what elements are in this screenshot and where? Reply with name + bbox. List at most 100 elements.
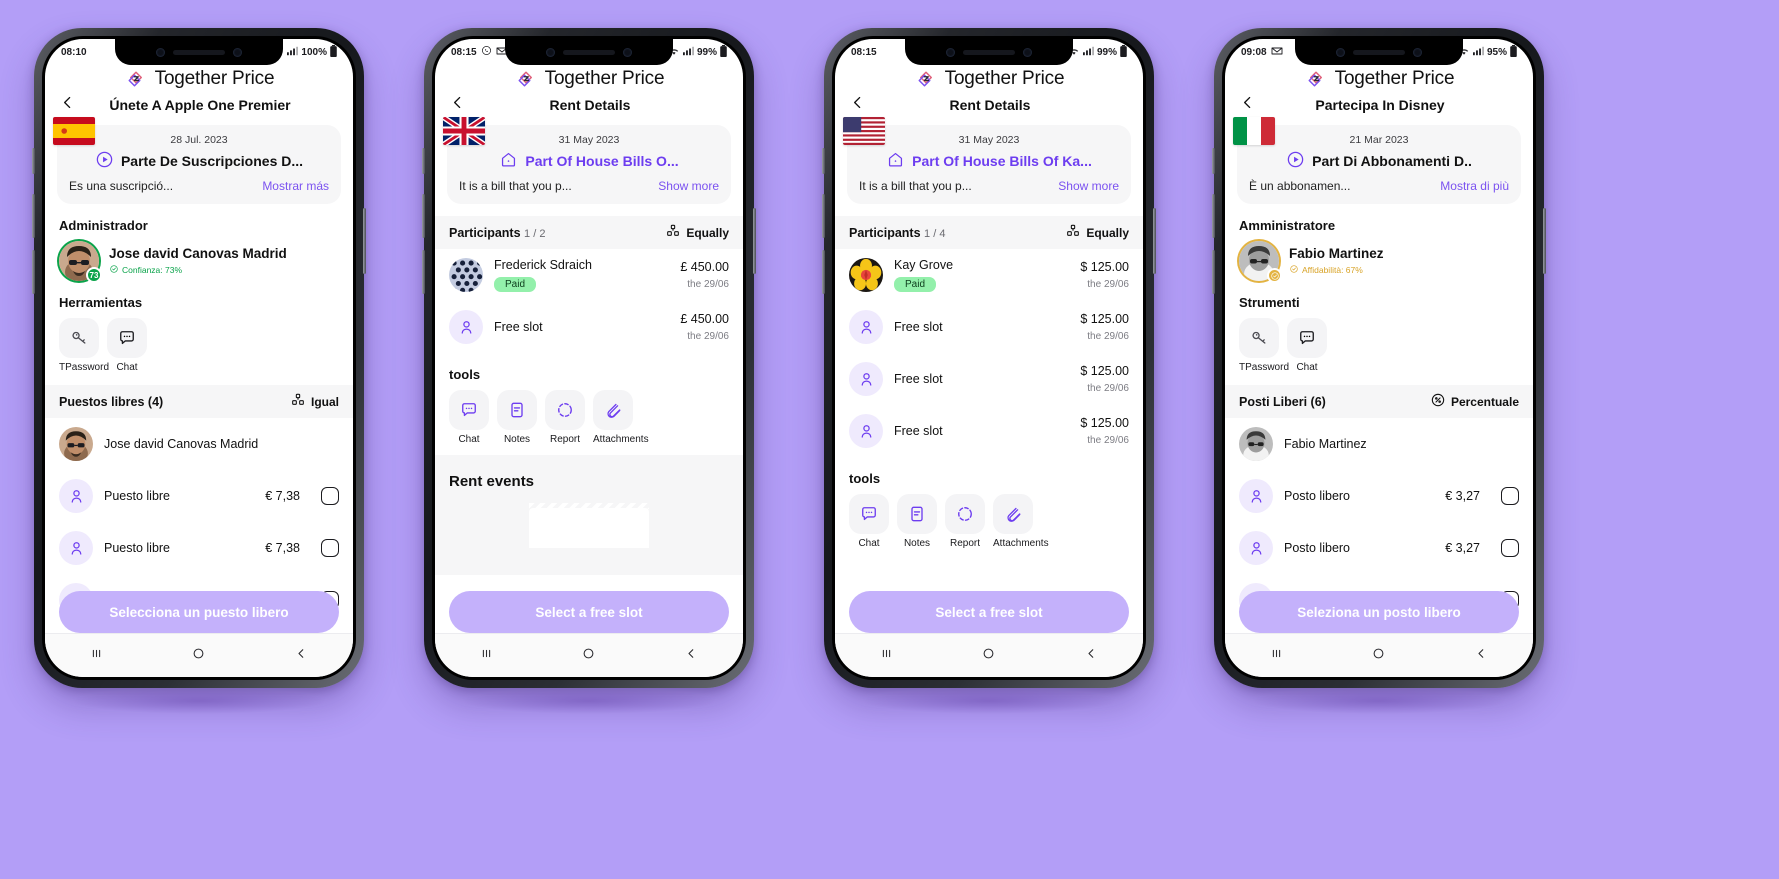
slot-checkbox[interactable]: [321, 539, 339, 557]
back-icon[interactable]: [1474, 646, 1489, 665]
tool-chat[interactable]: Chat: [107, 318, 147, 373]
participant-row[interactable]: Jose david Canovas Madrid: [45, 418, 353, 470]
split-mode-toggle[interactable]: Equally: [665, 223, 729, 242]
subscription-card[interactable]: 28 Jul. 2023 Parte De Suscripciones D...…: [57, 125, 341, 204]
tool-tpassword[interactable]: TPassword: [59, 318, 109, 373]
show-more-link[interactable]: Mostra di più: [1440, 179, 1509, 193]
select-free-slot-button[interactable]: Selecciona un puesto libero: [59, 591, 339, 633]
admin-row[interactable]: Fabio Martinez Affidabilità: 67%: [1225, 241, 1533, 283]
mute-switch[interactable]: [32, 148, 35, 174]
power-button[interactable]: [753, 208, 756, 274]
signal-icon: [287, 46, 299, 59]
power-button[interactable]: [1543, 208, 1546, 274]
back-icon[interactable]: [1084, 646, 1099, 665]
recents-icon[interactable]: [89, 646, 104, 665]
volume-down-button[interactable]: [1212, 250, 1215, 294]
subscription-card[interactable]: 31 May 2023 Part Of House Bills Of Ka...…: [847, 125, 1131, 204]
participant-row[interactable]: Kay Grove Paid $ 125.00 the 29/06: [835, 249, 1143, 301]
participant-name: Free slot: [894, 424, 943, 438]
participant-row[interactable]: Posto libero € 3,27: [1225, 470, 1533, 522]
mute-switch[interactable]: [1212, 148, 1215, 174]
tool-notes[interactable]: Notes: [497, 390, 537, 445]
slot-checkbox[interactable]: [1501, 539, 1519, 557]
subscription-card[interactable]: 31 May 2023 Part Of House Bills O... It …: [447, 125, 731, 204]
participant-row[interactable]: Puesto libre € 7,38: [45, 522, 353, 574]
participant-row[interactable]: Free slot $ 125.00 the 29/06: [835, 301, 1143, 353]
tool-chat[interactable]: Chat: [449, 390, 489, 445]
paperclip-icon[interactable]: [593, 390, 633, 430]
show-more-link[interactable]: Show more: [658, 179, 719, 193]
recents-icon[interactable]: [879, 646, 894, 665]
participant-row[interactable]: Fabio Martinez: [1225, 418, 1533, 470]
select-free-slot-button[interactable]: Select a free slot: [849, 591, 1129, 633]
participant-row[interactable]: Frederick Sdraich Paid £ 450.00 the 29/06: [435, 249, 743, 301]
volume-up-button[interactable]: [32, 194, 35, 238]
participants-section: Puestos libres (4) Igual Jose david Cano…: [45, 385, 353, 626]
volume-down-button[interactable]: [422, 250, 425, 294]
select-free-slot-button[interactable]: Select a free slot: [449, 591, 729, 633]
participant-amount: € 7,38: [265, 541, 300, 555]
report-icon[interactable]: [545, 390, 585, 430]
home-icon[interactable]: [191, 646, 206, 665]
participant-row[interactable]: Free slot $ 125.00 the 29/06: [835, 405, 1143, 457]
slot-checkbox[interactable]: [321, 487, 339, 505]
subscription-card[interactable]: 21 Mar 2023 Part Di Abbonamenti D.. È un…: [1237, 125, 1521, 204]
split-mode-toggle[interactable]: Equally: [1065, 223, 1129, 242]
tool-chat[interactable]: Chat: [849, 494, 889, 549]
recents-icon[interactable]: [479, 646, 494, 665]
participant-row[interactable]: Free slot $ 125.00 the 29/06: [835, 353, 1143, 405]
tool-tpassword[interactable]: TPassword: [1239, 318, 1289, 373]
show-more-link[interactable]: Mostrar más: [262, 179, 329, 193]
tool-notes[interactable]: Notes: [897, 494, 937, 549]
chat-bubble-icon[interactable]: [849, 494, 889, 534]
card-title-row: Part Di Abbonamenti D..: [1249, 150, 1509, 172]
mute-switch[interactable]: [422, 148, 425, 174]
chat-bubble-icon[interactable]: [107, 318, 147, 358]
notch: [905, 39, 1073, 65]
admin-row[interactable]: 73 Jose david Canovas Madrid Confianza: …: [45, 241, 353, 283]
trust-score-badge: 73: [86, 267, 102, 283]
back-button[interactable]: [59, 94, 81, 115]
tool-attachments[interactable]: Attachments: [593, 390, 649, 445]
back-button[interactable]: [849, 94, 871, 115]
chat-bubble-icon[interactable]: [449, 390, 489, 430]
participant-row[interactable]: Free slot £ 450.00 the 29/06: [435, 301, 743, 353]
home-icon[interactable]: [1371, 646, 1386, 665]
back-icon[interactable]: [684, 646, 699, 665]
participant-row[interactable]: Posto libero € 3,27: [1225, 522, 1533, 574]
notes-icon[interactable]: [497, 390, 537, 430]
volume-down-button[interactable]: [822, 250, 825, 294]
back-icon[interactable]: [294, 646, 309, 665]
tool-chat[interactable]: Chat: [1287, 318, 1327, 373]
volume-down-button[interactable]: [32, 250, 35, 294]
split-mode-toggle[interactable]: Igual: [290, 392, 339, 411]
volume-up-button[interactable]: [1212, 194, 1215, 238]
back-button[interactable]: [1239, 94, 1261, 115]
home-icon[interactable]: [981, 646, 996, 665]
card-description: È un abbonamen...: [1249, 179, 1351, 193]
key-icon[interactable]: [1239, 318, 1279, 358]
paperclip-icon[interactable]: [993, 494, 1033, 534]
key-icon[interactable]: [59, 318, 99, 358]
power-button[interactable]: [363, 208, 366, 274]
slot-checkbox[interactable]: [1501, 487, 1519, 505]
notes-icon[interactable]: [897, 494, 937, 534]
tools-heading: Strumenti: [1239, 295, 1300, 310]
back-button[interactable]: [449, 94, 471, 115]
tool-report[interactable]: Report: [545, 390, 585, 445]
tool-report[interactable]: Report: [945, 494, 985, 549]
recents-icon[interactable]: [1269, 646, 1284, 665]
tool-attachments[interactable]: Attachments: [993, 494, 1049, 549]
mute-switch[interactable]: [822, 148, 825, 174]
chat-bubble-icon[interactable]: [1287, 318, 1327, 358]
select-free-slot-button[interactable]: Seleziona un posto libero: [1239, 591, 1519, 633]
home-icon[interactable]: [581, 646, 596, 665]
participant-row[interactable]: Puesto libre € 7,38: [45, 470, 353, 522]
report-icon[interactable]: [945, 494, 985, 534]
volume-up-button[interactable]: [822, 194, 825, 238]
person-icon: [59, 531, 93, 565]
show-more-link[interactable]: Show more: [1058, 179, 1119, 193]
power-button[interactable]: [1153, 208, 1156, 274]
volume-up-button[interactable]: [422, 194, 425, 238]
split-mode-toggle[interactable]: Percentuale: [1430, 392, 1519, 411]
